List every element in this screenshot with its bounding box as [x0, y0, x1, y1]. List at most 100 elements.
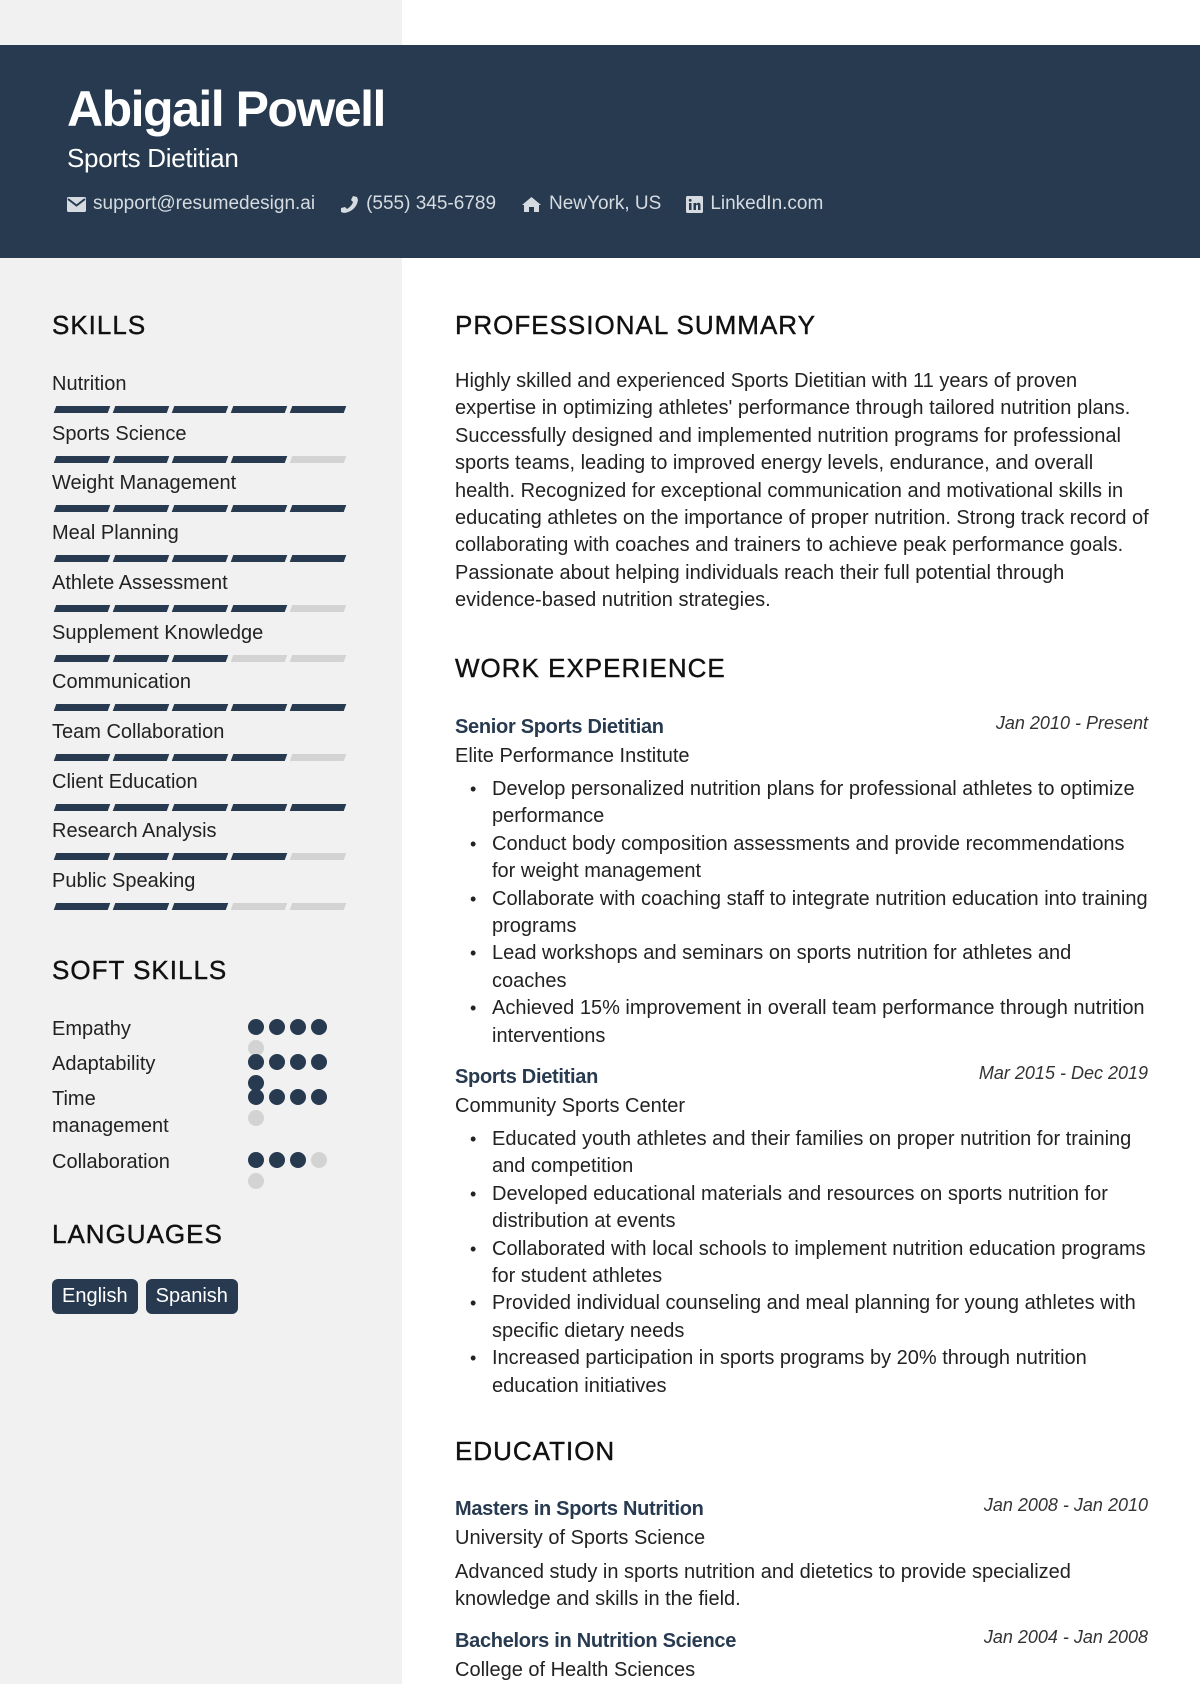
- skill-segment-filled: [112, 654, 170, 662]
- skill-segment-filled: [171, 654, 229, 662]
- skill-level-bar: [52, 555, 352, 563]
- job-bullet: Collaborated with local schools to imple…: [470, 1236, 1148, 1291]
- rating-dot-empty: [311, 1152, 327, 1168]
- skill-label: Supplement Knowledge: [52, 621, 264, 644]
- contact-location[interactable]: NewYork, US: [521, 193, 661, 215]
- skill-segment-filled: [289, 555, 347, 563]
- skill-segment-empty: [230, 903, 288, 910]
- job-title: Sports Dietitian: [455, 1066, 598, 1088]
- skill-level-bar: [52, 903, 352, 910]
- job-date: Jan 2010 - Present: [995, 713, 1148, 733]
- candidate-name: Abigail Powell: [67, 81, 386, 137]
- skill-segment-empty: [230, 654, 288, 662]
- skill-segment-filled: [53, 654, 111, 662]
- skill-segment-empty: [289, 753, 347, 761]
- skill-segment-filled: [53, 753, 111, 761]
- skill-segment-empty: [289, 455, 347, 463]
- rating-dot-filled: [248, 1054, 264, 1070]
- skill-segment-filled: [230, 505, 288, 513]
- job-entry: Sports Dietitian Mar 2015 - Dec 2019 Com…: [455, 1063, 1148, 1400]
- skill-item: Supplement Knowledge: [52, 621, 352, 662]
- skill-segment-filled: [171, 505, 229, 513]
- job-date: Mar 2015 - Dec 2019: [978, 1063, 1148, 1083]
- skill-segment-filled: [171, 704, 229, 712]
- skill-segment-filled: [171, 455, 229, 463]
- skill-segment-filled: [112, 903, 170, 910]
- skill-segment-filled: [171, 753, 229, 761]
- soft-skill-rating: [248, 1019, 338, 1056]
- job-bullets: Educated youth athletes and their famili…: [455, 1126, 1148, 1400]
- language-badge: Spanish: [145, 1279, 238, 1314]
- skill-segment-filled: [53, 406, 111, 413]
- soft-skill-label: Empathy: [52, 1018, 131, 1040]
- skill-segment-empty: [289, 604, 347, 612]
- job-bullets: Develop personalized nutrition plans for…: [455, 776, 1148, 1050]
- skill-label: Research Analysis: [52, 820, 217, 843]
- rating-dot-filled: [269, 1089, 285, 1105]
- rating-dot-filled: [311, 1089, 327, 1105]
- skill-level-bar: [52, 505, 352, 513]
- skill-segment-filled: [289, 704, 347, 712]
- skill-segment-filled: [171, 903, 229, 910]
- skill-label: Sports Science: [52, 422, 187, 445]
- skill-label: Team Collaboration: [52, 720, 225, 743]
- contact-email[interactable]: support@resumedesign.ai: [67, 193, 315, 215]
- skill-label: Public Speaking: [52, 870, 196, 892]
- skill-level-bar: [52, 803, 352, 811]
- education-date: Jan 2008 - Jan 2010: [983, 1495, 1148, 1515]
- languages-heading: LANGUAGES: [52, 1219, 223, 1249]
- skill-item: Meal Planning: [52, 521, 352, 563]
- rating-dot-filled: [248, 1019, 264, 1035]
- degree-title: Masters in Sports Nutrition: [455, 1498, 704, 1520]
- contact-linkedin[interactable]: LinkedIn.com: [686, 193, 823, 215]
- degree-title: Bachelors in Nutrition Science: [455, 1630, 737, 1652]
- skill-segment-empty: [289, 654, 347, 662]
- skill-segment-filled: [230, 406, 288, 413]
- soft-skill-rating: [248, 1089, 338, 1126]
- skill-item: Public Speaking: [52, 869, 352, 910]
- skill-segment-filled: [230, 704, 288, 712]
- skills-heading: SKILLS: [52, 310, 147, 340]
- skill-level-bar: [52, 704, 352, 712]
- skill-segment-filled: [53, 604, 111, 612]
- skill-segment-filled: [289, 505, 347, 513]
- rating-dot-filled: [269, 1054, 285, 1070]
- soft-skill-rating: [248, 1152, 338, 1189]
- skill-segment-empty: [289, 853, 347, 861]
- contact-phone[interactable]: (555) 345-6789: [340, 193, 496, 215]
- job-organization: Elite Performance Institute: [455, 745, 690, 767]
- skill-label: Communication: [52, 671, 191, 694]
- education-heading: EDUCATION: [455, 1436, 616, 1466]
- soft-skills-heading: SOFT SKILLS: [52, 955, 228, 985]
- skill-level-bar: [52, 753, 352, 761]
- job-bullet: Develop personalized nutrition plans for…: [470, 776, 1148, 831]
- skill-segment-filled: [112, 803, 170, 811]
- rating-dot-filled: [269, 1019, 285, 1035]
- languages-list: English Spanish: [52, 1279, 238, 1314]
- skill-item: Nutrition: [52, 372, 352, 413]
- phone-icon: [340, 195, 359, 214]
- skill-segment-filled: [112, 604, 170, 612]
- skill-segment-filled: [230, 555, 288, 563]
- job-bullet: Increased participation in sports progra…: [470, 1345, 1148, 1400]
- job-entry: Senior Sports Dietitian Jan 2010 - Prese…: [455, 713, 1148, 1050]
- skill-item: Client Education: [52, 770, 352, 811]
- skill-item: Sports Science: [52, 422, 352, 463]
- contact-linkedin-text: LinkedIn.com: [710, 193, 824, 214]
- rating-dot-filled: [248, 1089, 264, 1105]
- skill-level-bar: [52, 654, 352, 662]
- skill-segment-filled: [112, 853, 170, 861]
- rating-dot-filled: [248, 1152, 264, 1168]
- skill-segment-filled: [230, 803, 288, 811]
- job-title: Senior Sports Dietitian: [455, 716, 664, 738]
- skill-level-bar: [52, 455, 352, 463]
- skill-level-bar: [52, 406, 352, 413]
- resume-header: Abigail Powell Sports Dietitian support@…: [0, 45, 1200, 258]
- job-bullet: Collaborate with coaching staff to integ…: [470, 886, 1148, 941]
- summary-text: Highly skilled and experienced Sports Di…: [455, 370, 1149, 612]
- skill-segment-filled: [230, 753, 288, 761]
- skill-segment-filled: [53, 455, 111, 463]
- skill-label: Weight Management: [52, 472, 237, 495]
- job-bullet: Achieved 15% improvement in overall team…: [470, 995, 1148, 1050]
- soft-skill-rating: [248, 1054, 338, 1091]
